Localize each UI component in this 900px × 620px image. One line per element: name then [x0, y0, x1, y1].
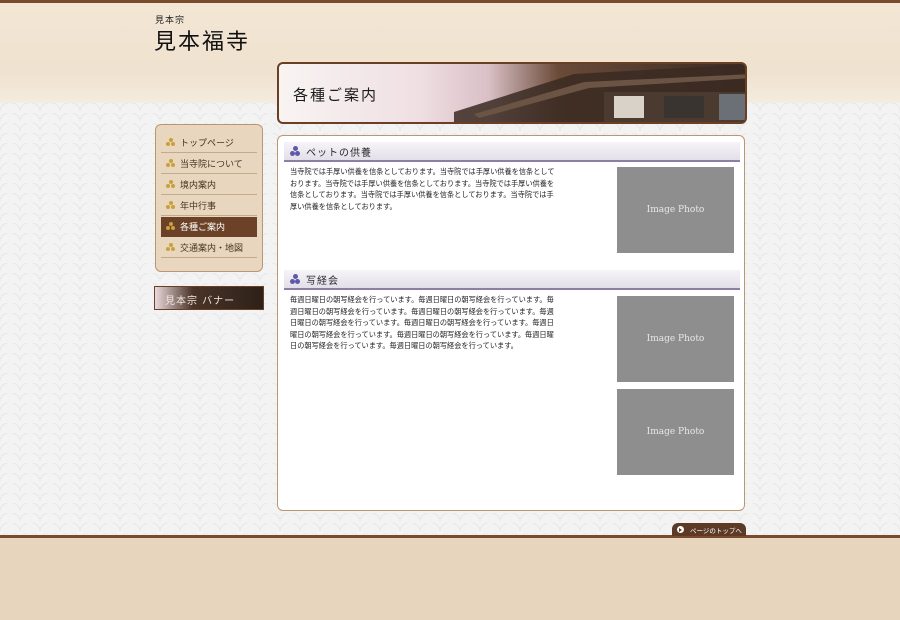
crest-icon: [290, 274, 300, 284]
nav-item-top[interactable]: トップページ: [161, 133, 257, 153]
footer: [0, 538, 900, 620]
arrow-right-icon: [677, 526, 684, 533]
nav-label: 年中行事: [180, 202, 217, 212]
nav-label: 交通案内・地図: [180, 244, 244, 254]
side-banner[interactable]: 見本宗 バナー: [154, 286, 264, 310]
crest-icon: [166, 180, 175, 189]
crest-icon: [166, 159, 175, 168]
page-top-button[interactable]: ページのトップへ: [672, 523, 746, 536]
nav-item-guide[interactable]: 各種ご案内: [161, 217, 257, 237]
temple-roof-image: [454, 64, 745, 122]
section-heading-shakyo: 写経会: [284, 270, 740, 290]
nav-item-access[interactable]: 交通案内・地図: [161, 238, 257, 258]
section-title: ペットの供養: [306, 147, 372, 159]
nav-label: 境内案内: [180, 181, 217, 191]
side-banner-text: 見本宗 バナー: [165, 296, 236, 307]
image-photo: Image Photo: [617, 167, 734, 253]
page-banner: 各種ご案内: [277, 62, 747, 124]
crest-icon: [166, 222, 175, 231]
nav-item-grounds[interactable]: 境内案内: [161, 175, 257, 195]
crest-icon: [290, 146, 300, 156]
crest-icon: [166, 138, 175, 147]
nav-item-about[interactable]: 当寺院について: [161, 154, 257, 174]
section-text-shakyo: 毎週日曜日の朝写経会を行っています。毎週日曜日の朝写経会を行っています。毎週日曜…: [290, 295, 554, 351]
image-photo: Image Photo: [617, 296, 734, 382]
nav-label: トップページ: [180, 139, 234, 149]
nav-label: 当寺院について: [180, 160, 243, 170]
nav-label: 各種ご案内: [180, 223, 226, 233]
site-logo[interactable]: 見本福寺: [154, 24, 250, 56]
crest-icon: [166, 201, 175, 210]
banner-title: 各種ご案内: [293, 86, 379, 104]
nav-item-events[interactable]: 年中行事: [161, 196, 257, 216]
image-photo: Image Photo: [617, 389, 734, 475]
main-content: ペットの供養 当寺院では手厚い供養を信条としております。当寺院では手厚い供養を信…: [277, 135, 745, 511]
crest-icon: [166, 243, 175, 252]
sidebar-nav: トップページ 当寺院について 境内案内 年中行事 各種ご案内 交通案内・地図: [155, 124, 263, 272]
section-text-pet: 当寺院では手厚い供養を信条としております。当寺院では手厚い供養を信条としておりま…: [290, 167, 555, 211]
page-top-label: ページのトップへ: [690, 526, 742, 535]
section-title: 写経会: [306, 275, 339, 287]
section-heading-pet: ペットの供養: [284, 142, 740, 162]
